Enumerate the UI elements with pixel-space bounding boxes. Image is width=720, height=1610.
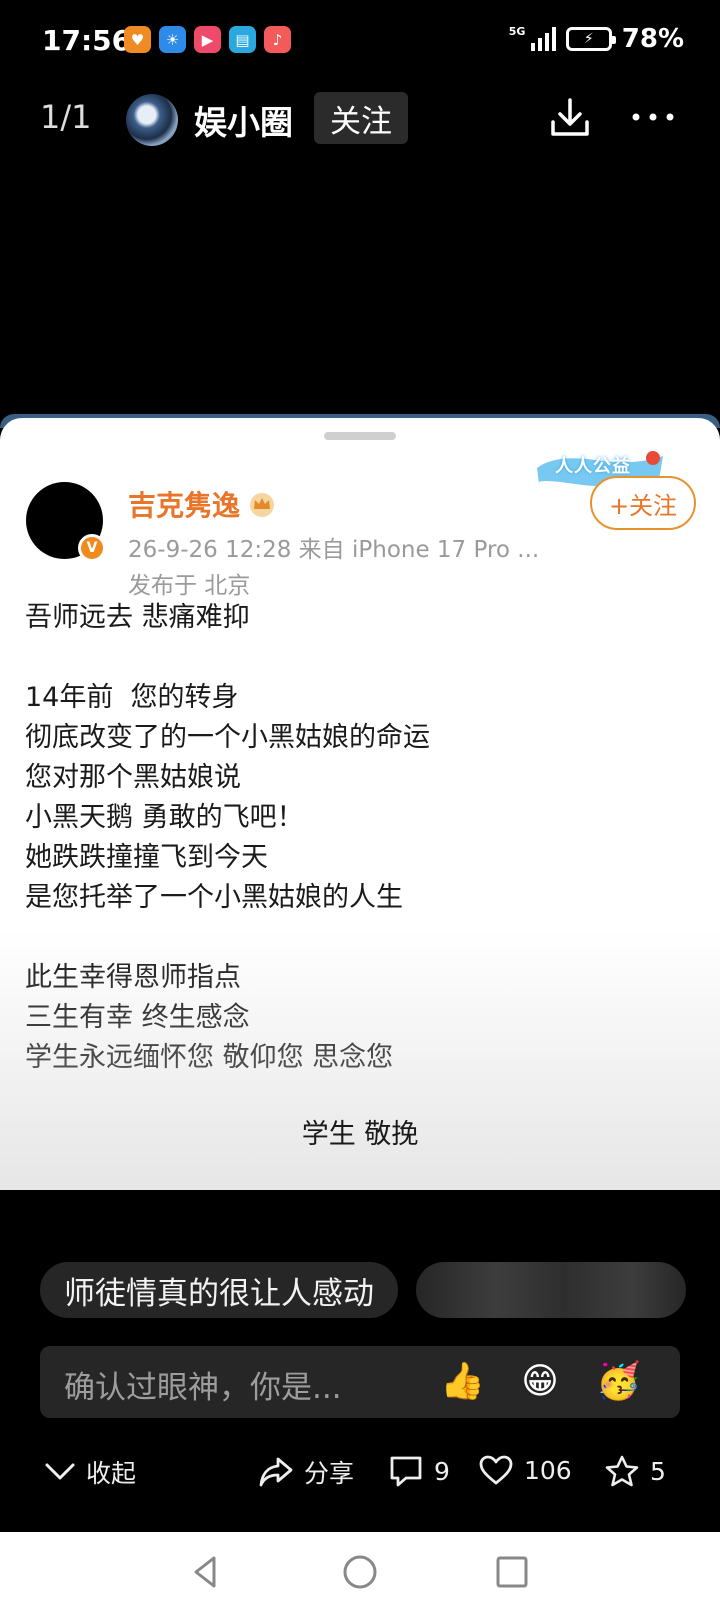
signal-icon: 5G [508, 25, 556, 51]
grin-emoji-icon[interactable]: 😁 [518, 1360, 562, 1404]
post-body: 吾师远去 悲痛难抑 14年前 您的转身彻底改变了的一个小黑姑娘的命运 您对那个黑姑娘… [25, 598, 430, 1078]
home-icon[interactable] [340, 1552, 380, 1592]
chevron-down-icon [45, 1463, 75, 1480]
top-nav: 1/1 娱小圈 关注 [0, 84, 720, 154]
network-type: 5G [508, 25, 526, 38]
star-icon [605, 1455, 639, 1487]
post-line: 14年前 您的转身 [25, 682, 239, 713]
author-follow-button[interactable]: +关注 [590, 476, 696, 530]
favorite-button[interactable]: 5 [604, 1454, 666, 1488]
page-indicator: 1/1 [40, 98, 92, 136]
system-navigation-bar [0, 1532, 720, 1610]
favorite-count: 5 [650, 1456, 666, 1486]
collapse-label: 收起 [86, 1459, 137, 1488]
action-bar: 收起 分享 9 106 5 [0, 1440, 720, 1510]
party-emoji-icon[interactable]: 🥳 [596, 1360, 641, 1404]
share-icon [259, 1457, 293, 1487]
taobao-icon: ♥ [124, 26, 151, 53]
status-time: 17:56 [42, 24, 132, 57]
comment-input[interactable]: 确认过眼神，你是... 👍 😁 🥳 [40, 1346, 680, 1418]
post-card: V 吉克隽逸 26-9-26 12:28 来自 iPhone 17 Pro ..… [0, 418, 720, 1190]
collapse-button[interactable]: 收起 [44, 1454, 136, 1490]
reader-icon: ▤ [229, 26, 256, 53]
follow-button[interactable]: 关注 [314, 92, 408, 144]
share-button[interactable]: 分享 [258, 1454, 354, 1490]
battery-percent: 78% [621, 24, 684, 54]
comment-button[interactable]: 9 [388, 1454, 450, 1488]
like-button[interactable]: 106 [478, 1454, 572, 1486]
status-indicators: 5G ⚡ 78% [509, 24, 684, 54]
back-icon[interactable] [186, 1552, 226, 1592]
comment-icon [390, 1456, 422, 1487]
post-line: 三生有幸 终生感念 [25, 1002, 250, 1033]
heart-icon [479, 1455, 513, 1485]
post-line: 吾师远去 悲痛难抑 [25, 602, 250, 633]
post-line: 此生幸得恩师指点 [25, 962, 241, 993]
comment-count: 9 [434, 1456, 450, 1486]
post-signature: 学生 敬挽 [301, 1119, 419, 1150]
comment-placeholder: 确认过眼神，你是... [64, 1370, 342, 1406]
more-icon[interactable] [630, 110, 676, 124]
drag-handle[interactable] [324, 432, 396, 440]
author-name-row[interactable]: 吉克隽逸 [128, 484, 276, 524]
post-line: 学生永远缅怀您 敬仰您 思念您 [25, 1042, 394, 1073]
quick-comment-tags: 师徒情真的很让人感动 [40, 1262, 686, 1318]
sticker-text: 人人公益 [555, 456, 631, 477]
download-icon[interactable] [548, 96, 592, 140]
author-name[interactable]: 吉克隽逸 [128, 484, 240, 524]
quick-comment-tag[interactable]: 师徒情真的很让人感动 [40, 1262, 398, 1318]
crown-icon [250, 493, 275, 517]
share-label: 分享 [304, 1459, 355, 1488]
post-line [25, 918, 430, 958]
post-location: 发布于 北京 [128, 573, 251, 599]
status-bar: 17:56 ♥ ☀ ▶ ▤ ♪ 5G ⚡ 78% [0, 0, 720, 84]
video-icon: ▶ [194, 26, 221, 53]
battery-icon: ⚡ [565, 27, 616, 51]
account-avatar[interactable] [126, 94, 178, 146]
music-icon: ♪ [264, 26, 291, 53]
quick-comment-tag-blurred[interactable] [416, 1262, 686, 1318]
verified-badge-icon: V [78, 534, 106, 562]
post-line: 您对那个黑姑娘说 [25, 762, 241, 793]
weather-icon: ☀ [159, 26, 186, 53]
post-line [25, 638, 430, 678]
post-line: 小黑天鹅 勇敢的飞吧！ [25, 802, 304, 833]
recents-icon[interactable] [492, 1552, 532, 1592]
post-line: 她跌跌撞撞飞到今天 [25, 842, 268, 873]
post-line: 是您托举了一个小黑姑娘的人生 [25, 882, 403, 913]
notification-app-icons: ♥ ☀ ▶ ▤ ♪ [124, 26, 291, 53]
thumbs-up-emoji-icon[interactable]: 👍 [440, 1360, 485, 1404]
post-meta: 26-9-26 12:28 来自 iPhone 17 Pro ... [128, 537, 540, 563]
like-count: 106 [524, 1455, 572, 1485]
post-line: 彻底改变了的一个小黑姑娘的命运 [25, 722, 430, 753]
account-name[interactable]: 娱小圈 [194, 96, 293, 144]
